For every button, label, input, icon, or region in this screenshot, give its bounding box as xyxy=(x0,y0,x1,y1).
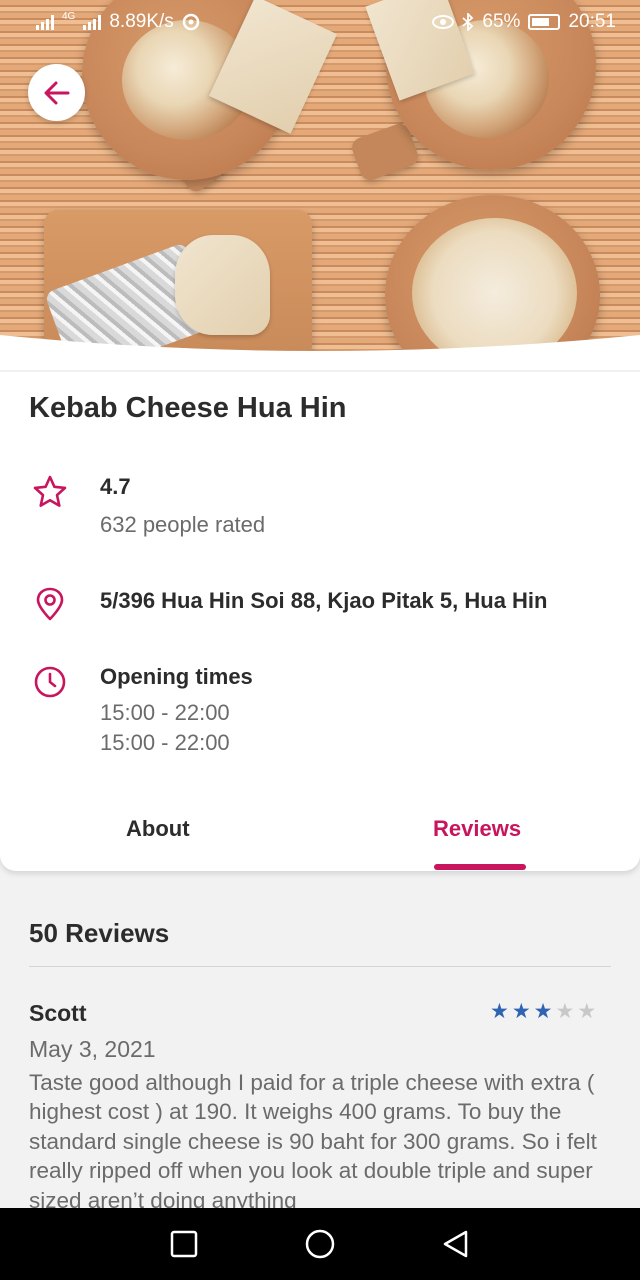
details-card: Kebab Cheese Hua Hin 4.7 632 people rate… xyxy=(0,372,640,871)
tab-reviews[interactable]: Reviews xyxy=(433,816,521,842)
star-filled-icon: ★ xyxy=(490,1000,509,1023)
opening-hours-line: 15:00 - 22:00 xyxy=(100,730,230,755)
review-author: Scott xyxy=(29,1000,87,1026)
star-icon xyxy=(33,475,67,507)
restaurant-name: Kebab Cheese Hua Hin xyxy=(29,392,347,424)
network-type: 4G xyxy=(62,11,76,22)
review-text: Taste good although I paid for a triple … xyxy=(29,1070,597,1208)
clock: 20:51 xyxy=(568,11,616,32)
opening-hours-line: 15:00 - 22:00 xyxy=(100,700,230,725)
review-stars: ★ ★ ★ ★ ★ xyxy=(490,1001,596,1023)
battery-level: 65% xyxy=(482,11,521,32)
hero-image xyxy=(0,0,640,370)
active-tab-indicator xyxy=(434,864,526,870)
status-bar: 4G 8.89K/s 65% 20:51 xyxy=(0,0,640,44)
tab-bar: About Reviews xyxy=(0,802,640,871)
system-nav-bar xyxy=(0,1208,640,1280)
reviews-count: 50 Reviews xyxy=(29,918,170,948)
tab-about[interactable]: About xyxy=(126,816,190,842)
location-pin-icon xyxy=(36,587,64,621)
back-nav-button[interactable] xyxy=(440,1228,472,1260)
rating-row: 4.7 632 people rated xyxy=(32,474,265,538)
home-button[interactable] xyxy=(304,1228,336,1260)
opening-times-title: Opening times xyxy=(100,664,253,689)
divider xyxy=(29,966,611,967)
star-filled-icon: ★ xyxy=(533,1000,553,1023)
star-filled-icon: ★ xyxy=(511,1000,531,1023)
star-empty-icon: ★ xyxy=(555,1000,575,1023)
bluetooth-icon xyxy=(462,13,474,31)
network-speed: 8.89K/s xyxy=(109,11,174,32)
sync-icon xyxy=(182,13,200,31)
recent-apps-button[interactable] xyxy=(168,1228,200,1260)
star-empty-icon: ★ xyxy=(577,1000,597,1023)
clock-icon xyxy=(34,666,66,698)
opening-times-row: Opening times 15:00 - 22:00 15:00 - 22:0… xyxy=(32,664,253,758)
signal-icon xyxy=(83,14,102,30)
hero-curve xyxy=(0,335,640,370)
review-date: May 3, 2021 xyxy=(29,1036,156,1062)
signal-icon xyxy=(36,14,54,30)
address-row[interactable]: 5/396 Hua Hin Soi 88, Kjao Pitak 5, Hua … xyxy=(32,586,547,622)
battery-icon xyxy=(528,14,561,30)
arrow-left-icon xyxy=(44,81,69,104)
wrap xyxy=(175,235,270,335)
back-button[interactable] xyxy=(28,64,85,121)
eye-icon xyxy=(432,15,455,29)
rating-value: 4.7 xyxy=(100,474,131,499)
rated-count: 632 people rated xyxy=(100,512,266,537)
address: 5/396 Hua Hin Soi 88, Kjao Pitak 5, Hua … xyxy=(100,588,548,613)
